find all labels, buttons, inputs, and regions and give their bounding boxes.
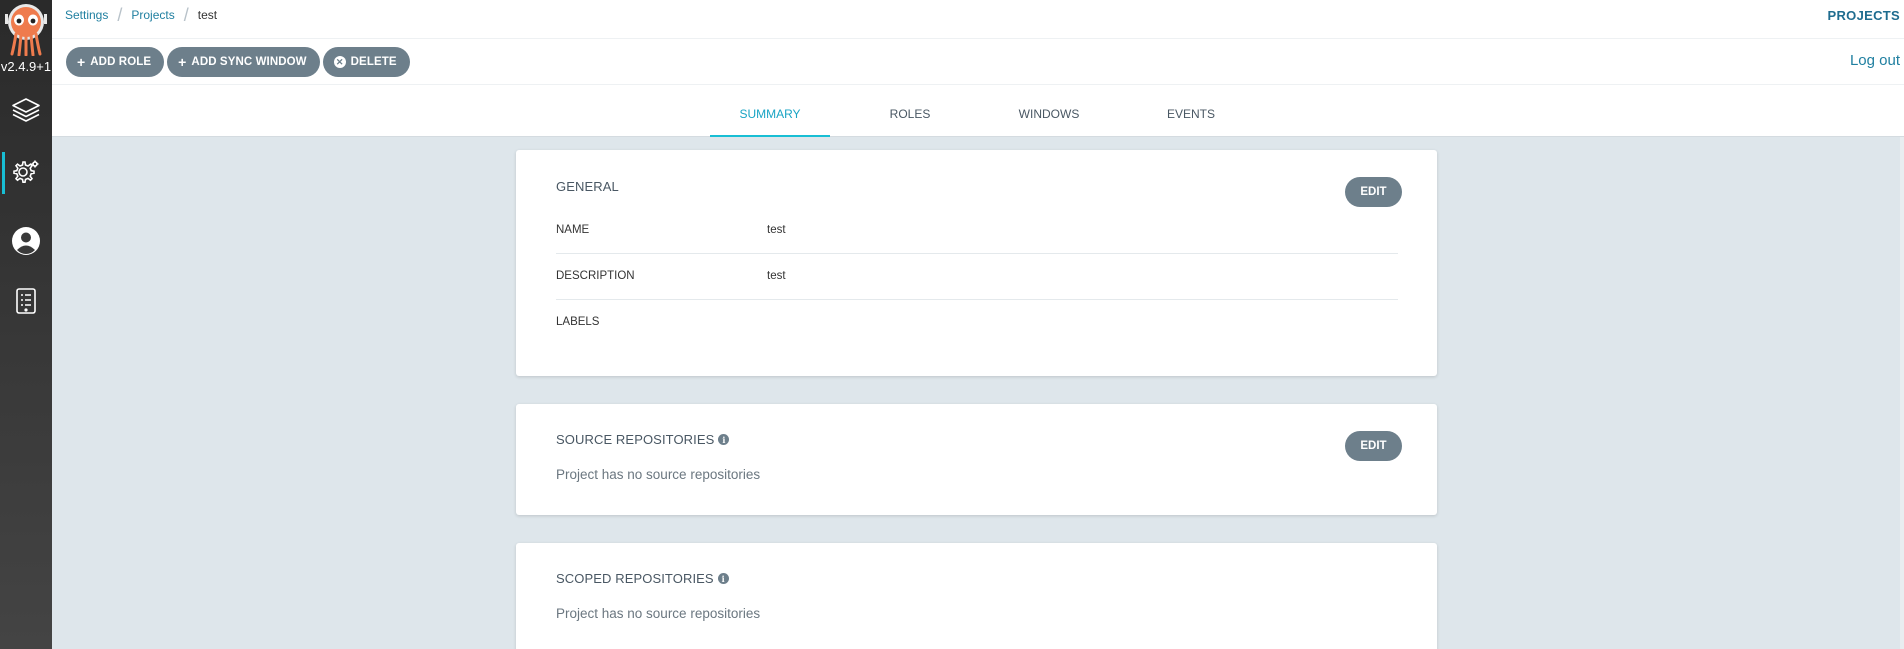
field-row-description: DESCRIPTION test — [556, 254, 1398, 300]
sidebar-item-settings[interactable] — [0, 148, 52, 198]
field-value: test — [767, 224, 786, 236]
info-icon[interactable]: i — [717, 573, 729, 584]
field-row-name: NAME test — [556, 208, 1398, 254]
delete-label: DELETE — [350, 56, 397, 68]
sidebar-item-documentation[interactable] — [0, 276, 52, 326]
breadcrumb-separator: / — [183, 5, 189, 25]
close-circle-icon: ✕ — [333, 56, 346, 68]
add-role-button[interactable]: + ADD ROLE — [66, 47, 165, 77]
breadcrumb: Settings / Projects / test — [65, 5, 218, 25]
logout-link[interactable]: Log out — [1850, 52, 1900, 69]
breadcrumb-separator: / — [117, 5, 123, 25]
breadcrumb-row: Settings / Projects / test PROJECTS — [52, 0, 1904, 39]
add-role-label: ADD ROLE — [90, 56, 152, 68]
page-type-label: PROJECTS — [1827, 8, 1900, 23]
source-repositories-title-text: SOURCE REPOSITORIES — [556, 432, 715, 447]
scoped-repositories-title: SCOPED REPOSITORIES i — [556, 571, 729, 586]
source-repositories-edit-button[interactable]: EDIT — [1345, 431, 1402, 461]
scoped-repositories-card: SCOPED REPOSITORIES i Project has no sou… — [516, 543, 1437, 649]
top-bar: Settings / Projects / test PROJECTS + AD… — [52, 0, 1904, 137]
tab-bar: SUMMARY ROLES WINDOWS EVENTS — [52, 85, 1904, 137]
breadcrumb-settings[interactable]: Settings — [65, 8, 108, 22]
source-repositories-title: SOURCE REPOSITORIES i — [556, 432, 730, 447]
field-label: NAME — [556, 224, 590, 236]
sidebar: v2.4.9+1 — [0, 0, 52, 649]
field-label: DESCRIPTION — [556, 270, 635, 282]
delete-button[interactable]: ✕ DELETE — [322, 47, 410, 77]
add-sync-window-button[interactable]: + ADD SYNC WINDOW — [167, 47, 320, 77]
toolbar: + ADD ROLE + ADD SYNC WINDOW ✕ DELETE Lo… — [52, 39, 1904, 85]
add-sync-window-label: ADD SYNC WINDOW — [191, 56, 307, 68]
field-label: LABELS — [556, 316, 600, 328]
tab-events[interactable]: EVENTS — [1131, 85, 1251, 137]
scoped-repositories-empty: Project has no source repositories — [556, 606, 761, 621]
layers-icon — [12, 98, 40, 122]
gears-icon — [13, 160, 39, 183]
tab-roles[interactable]: ROLES — [850, 85, 970, 137]
docs-icon — [16, 288, 36, 314]
scoped-repositories-title-text: SCOPED REPOSITORIES — [556, 571, 714, 586]
source-repositories-empty: Project has no source repositories — [556, 467, 761, 482]
action-buttons: + ADD ROLE + ADD SYNC WINDOW ✕ DELETE — [66, 47, 410, 77]
sidebar-item-user-info[interactable] — [0, 216, 52, 266]
tab-summary[interactable]: SUMMARY — [710, 85, 830, 137]
version-label: v2.4.9+1 — [0, 59, 52, 74]
general-title: GENERAL — [556, 179, 619, 194]
info-icon[interactable]: i — [718, 434, 730, 445]
scrollbar[interactable] — [1900, 137, 1904, 649]
breadcrumb-current: test — [197, 8, 218, 22]
field-row-labels: LABELS — [556, 300, 1398, 346]
field-value: test — [767, 270, 786, 282]
user-circle-icon — [12, 227, 40, 255]
sidebar-item-applications[interactable] — [0, 85, 52, 135]
source-repositories-card: SOURCE REPOSITORIES i EDIT Project has n… — [516, 404, 1437, 515]
general-card: GENERAL EDIT NAME test DESCRIPTION test … — [516, 150, 1437, 376]
plus-icon: + — [178, 54, 187, 70]
tab-windows[interactable]: WINDOWS — [989, 85, 1109, 137]
plus-icon: + — [77, 54, 86, 70]
argo-logo[interactable] — [4, 2, 48, 57]
general-edit-button[interactable]: EDIT — [1345, 177, 1402, 207]
breadcrumb-projects[interactable]: Projects — [131, 8, 174, 22]
